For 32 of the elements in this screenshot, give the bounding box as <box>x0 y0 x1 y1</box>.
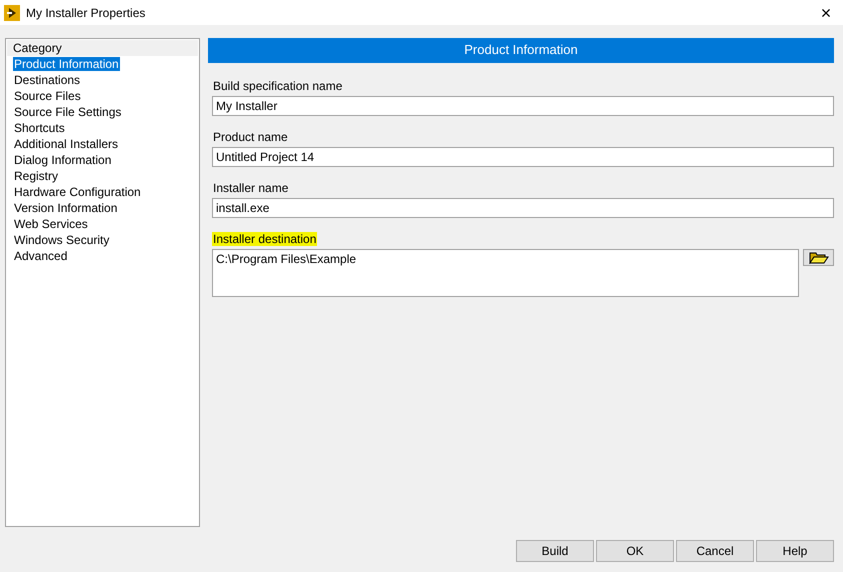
category-item[interactable]: Additional Installers <box>13 137 120 151</box>
path-field[interactable]: C:\Program Files\Example <box>212 249 799 297</box>
category-item[interactable]: Web Services <box>13 217 89 231</box>
dialog-button[interactable]: OK <box>596 540 674 562</box>
dialog-button[interactable]: Help <box>756 540 834 562</box>
category-item[interactable]: Dialog Information <box>13 153 112 167</box>
category-item[interactable]: Advanced <box>13 249 68 263</box>
field-label: Installer destination <box>212 232 318 246</box>
category-item[interactable]: Registry <box>13 169 60 183</box>
panel-header: Product Information <box>208 38 834 63</box>
app-icon <box>4 4 20 20</box>
category-item[interactable]: Version Information <box>13 201 118 215</box>
dialog-button[interactable]: Cancel <box>676 540 754 562</box>
field-label: Build specification name <box>212 79 344 93</box>
folder-icon <box>808 252 828 264</box>
field-label: Installer name <box>212 181 290 195</box>
dialog-button[interactable]: Build <box>516 540 594 562</box>
category-item[interactable]: Destinations <box>13 73 82 87</box>
list-header: Category <box>7 40 198 56</box>
category-item[interactable]: Hardware Configuration <box>13 185 142 199</box>
window-title: My Installer Properties <box>26 6 146 20</box>
category-item[interactable]: Product Information <box>13 57 120 71</box>
category-item[interactable]: Source File Settings <box>13 105 122 119</box>
text-field[interactable]: install.exe <box>212 198 834 218</box>
browse-button[interactable] <box>803 249 834 266</box>
category-item[interactable]: Windows Security <box>13 233 110 247</box>
close-button[interactable]: × <box>815 2 837 22</box>
text-field[interactable]: Untitled Project 14 <box>212 147 834 167</box>
category-item[interactable]: Source Files <box>13 89 82 103</box>
category-item[interactable]: Shortcuts <box>13 121 66 135</box>
field-label: Product name <box>212 130 289 144</box>
text-field[interactable]: My Installer <box>212 96 834 116</box>
